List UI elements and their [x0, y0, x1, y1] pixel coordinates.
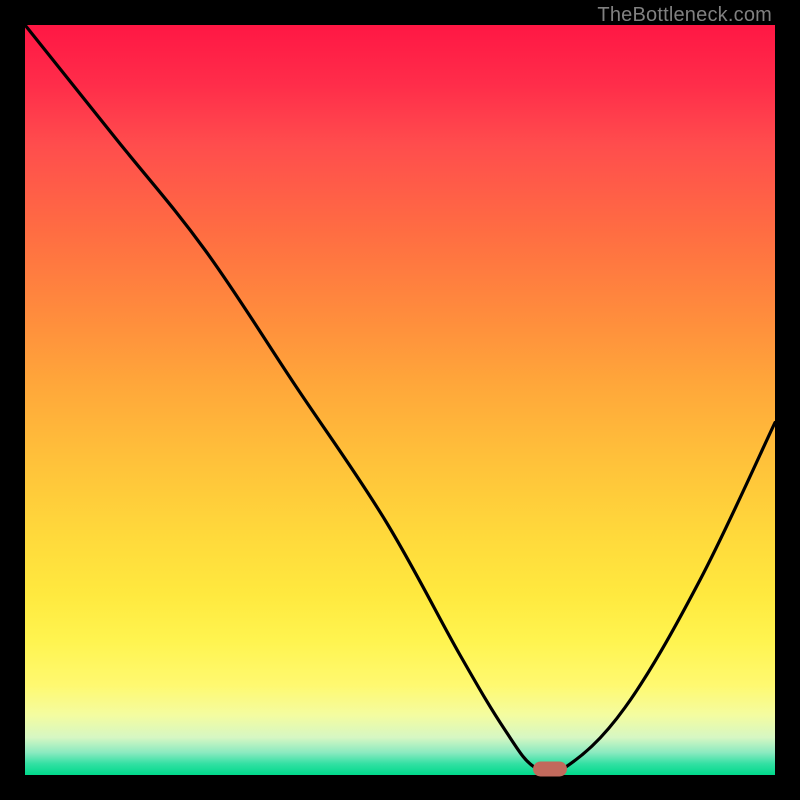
bottleneck-curve: [25, 25, 775, 775]
plot-area: [25, 25, 775, 775]
chart-frame: TheBottleneck.com: [0, 0, 800, 800]
curve-path: [25, 25, 775, 774]
optimal-marker: [533, 762, 567, 777]
watermark-text: TheBottleneck.com: [597, 4, 772, 27]
